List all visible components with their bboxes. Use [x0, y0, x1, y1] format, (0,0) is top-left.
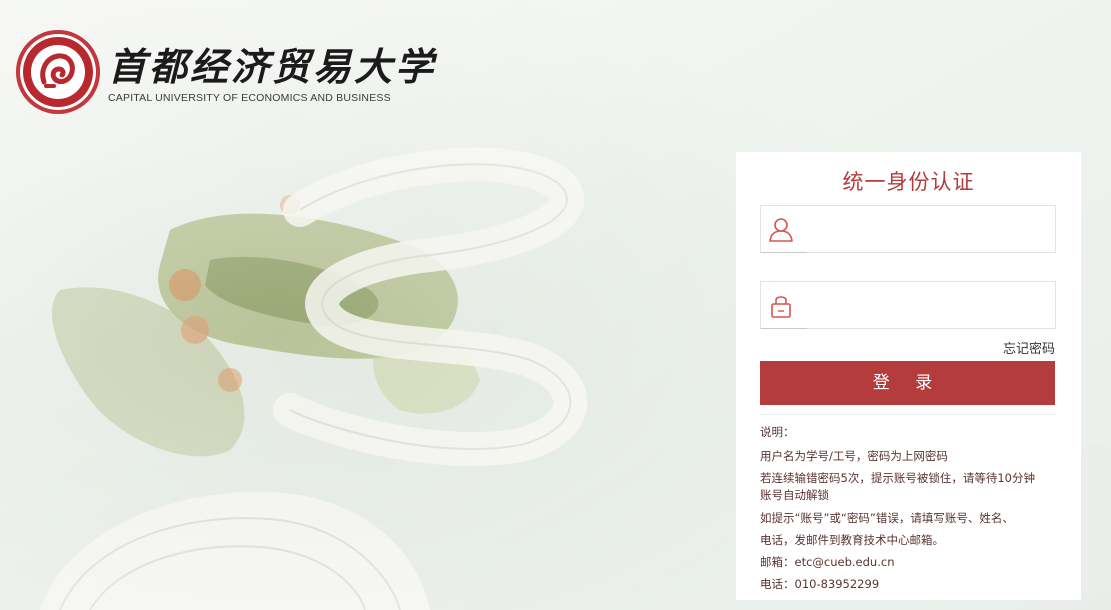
university-name-cn: 首都经济贸易大学	[108, 44, 437, 89]
university-logo[interactable]: 首都经济贸易大学 CAPITAL UNIVERSITY OF ECONOMICS…	[16, 30, 437, 114]
divider	[760, 414, 1055, 415]
password-field[interactable]	[760, 281, 1056, 329]
instructions-heading: 说明：	[760, 425, 795, 439]
contact-email: 邮箱：etc@cueb.edu.cn	[760, 555, 895, 569]
username-field[interactable]	[760, 205, 1056, 253]
instruction-line: 用户名为学号/工号，密码为上网密码	[760, 449, 948, 463]
field-divider	[761, 252, 807, 253]
login-page: 首都经济贸易大学 CAPITAL UNIVERSITY OF ECONOMICS…	[0, 0, 1111, 610]
lock-icon	[771, 296, 791, 318]
password-input[interactable]	[807, 288, 1051, 324]
user-icon	[769, 218, 793, 242]
contact-phone: 电话：010-83952299	[760, 577, 880, 591]
panel-title: 统一身份认证	[842, 170, 975, 194]
instruction-line: 账号自动解锁	[760, 488, 829, 502]
instruction-line: 如提示“账号”或“密码”错误，请填写账号、姓名、	[760, 511, 1014, 525]
university-emblem-icon	[16, 30, 100, 114]
login-button[interactable]: 登 录	[760, 361, 1055, 405]
forgot-password-link[interactable]: 忘记密码	[1003, 338, 1055, 357]
field-divider	[761, 328, 807, 329]
username-input[interactable]	[807, 212, 1051, 248]
instruction-line: 若连续输错密码5次，提示账号被锁住，请等待10分钟	[760, 471, 1035, 485]
university-name-en: CAPITAL UNIVERSITY OF ECONOMICS AND BUSI…	[108, 92, 391, 104]
instruction-line: 电话，发邮件到教育技术中心邮箱。	[760, 533, 944, 547]
login-panel: 统一身份认证 忘记密码 登 录 说明： 用户名为学号/工号，密码为上网密码 若连…	[736, 152, 1081, 600]
